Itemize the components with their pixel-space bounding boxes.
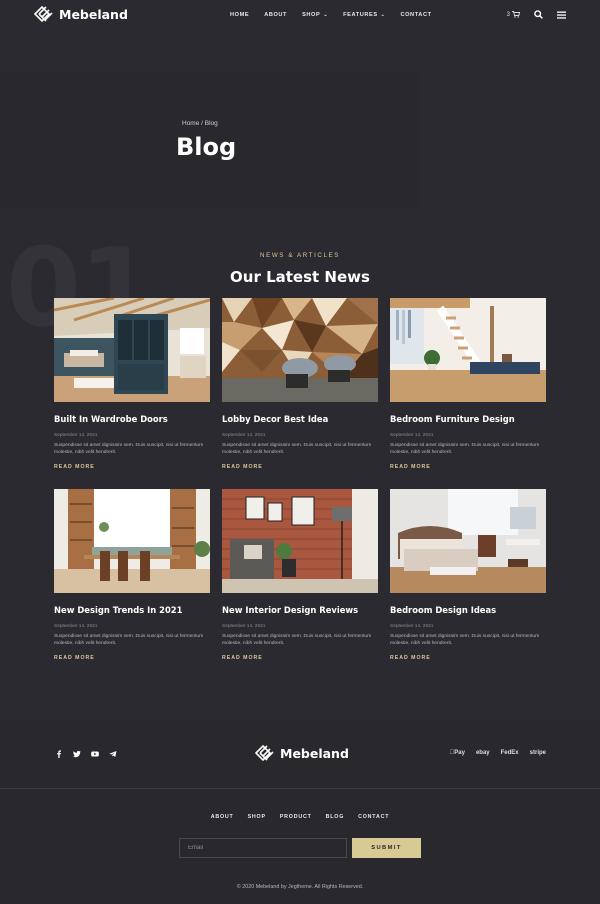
footer-nav-shop[interactable]: SHOP	[248, 814, 266, 820]
ebay-logo: ebay	[475, 750, 490, 756]
post-image-lobby[interactable]	[222, 298, 378, 402]
blog-card[interactable]: Bedroom Design Ideas September 14, 2021 …	[390, 489, 546, 661]
post-date: September 14, 2021	[390, 433, 434, 438]
main-nav: HOME ABOUT SHOP ⌄ FEATURES ⌄ CONTACT	[230, 12, 447, 18]
footer-nav-about[interactable]: ABOUT	[211, 814, 234, 820]
nav-about[interactable]: ABOUT	[264, 12, 287, 18]
cart-count: 3	[506, 11, 510, 18]
page-title: Blog	[176, 133, 237, 161]
post-image-bedroom[interactable]	[390, 298, 546, 402]
nav-contact[interactable]: CONTACT	[400, 12, 431, 18]
facebook-icon[interactable]	[55, 750, 63, 758]
cart-button[interactable]: 3	[507, 11, 520, 18]
post-image-wardrobe[interactable]	[54, 298, 210, 402]
chevron-down-icon: ⌄	[380, 12, 386, 18]
nav-shop-label: SHOP	[302, 12, 321, 18]
post-date: September 14, 2021	[54, 624, 98, 629]
menu-icon[interactable]	[557, 11, 566, 19]
post-excerpt: Suspendisse sit amet dignissim sem. Duis…	[54, 634, 204, 646]
blog-card[interactable]: Lobby Decor Best Idea September 14, 2021…	[222, 298, 378, 470]
section-kicker: NEWS & ARTICLES	[260, 252, 340, 259]
brand-name: Mebeland	[59, 6, 128, 22]
section-title: Our Latest News	[230, 268, 370, 286]
read-more-link[interactable]: READ MORE	[222, 655, 378, 661]
post-excerpt: Suspendisse sit amet dignissim sem. Duis…	[222, 443, 372, 455]
post-date: September 14, 2021	[222, 624, 266, 629]
email-field[interactable]	[179, 838, 347, 858]
post-image-interior[interactable]	[222, 489, 378, 593]
read-more-link[interactable]: READ MORE	[54, 464, 210, 470]
nav-features-label: FEATURES	[343, 12, 378, 18]
header-actions: 3	[507, 10, 566, 19]
cart-icon	[512, 11, 520, 18]
nav-features[interactable]: FEATURES ⌄	[343, 12, 385, 18]
post-excerpt: Suspendisse sit amet dignissim sem. Duis…	[222, 634, 372, 646]
read-more-link[interactable]: READ MORE	[390, 655, 546, 661]
telegram-icon[interactable]	[109, 750, 117, 758]
post-excerpt: Suspendisse sit amet dignissim sem. Duis…	[390, 634, 540, 646]
footer-nav-contact[interactable]: CONTACT	[358, 814, 389, 820]
read-more-link[interactable]: READ MORE	[390, 464, 546, 470]
footer-nav-product[interactable]: PRODUCT	[280, 814, 312, 820]
post-image-bedroom-classic[interactable]	[390, 489, 546, 593]
payment-methods: Pay ebay FedEx stripe	[450, 750, 546, 756]
fedex-logo: FedEx	[500, 750, 519, 756]
site-header: Mebeland HOME ABOUT SHOP ⌄ FEATURES ⌄ CONT…	[0, 0, 600, 32]
footer-nav: ABOUT SHOP PRODUCT BLOG CONTACT	[0, 814, 600, 820]
post-title[interactable]: Built In Wardrobe Doors	[54, 414, 210, 424]
logo-mark-icon	[34, 6, 53, 22]
chevron-down-icon: ⌄	[323, 12, 329, 18]
search-icon[interactable]	[534, 10, 543, 19]
post-image-dining[interactable]	[54, 489, 210, 593]
social-links	[55, 750, 117, 758]
nav-home-label: HOME	[230, 12, 250, 18]
post-title[interactable]: Lobby Decor Best Idea	[222, 414, 378, 424]
post-title[interactable]: Bedroom Furniture Design	[390, 414, 546, 424]
brand-logo[interactable]: Mebeland	[34, 6, 128, 22]
blog-card[interactable]: New Design Trends In 2021 September 14, …	[54, 489, 210, 661]
post-excerpt: Suspendisse sit amet dignissim sem. Duis…	[390, 443, 540, 455]
breadcrumb[interactable]: Home / Blog	[182, 120, 218, 127]
twitter-icon[interactable]	[73, 750, 81, 758]
post-title[interactable]: New Design Trends In 2021	[54, 605, 210, 615]
copyright-text: © 2020 Mebeland by Jegtheme. All Rights …	[236, 884, 364, 890]
read-more-link[interactable]: READ MORE	[54, 655, 210, 661]
post-title[interactable]: Bedroom Design Ideas	[390, 605, 546, 615]
post-date: September 14, 2021	[390, 624, 434, 629]
nav-contact-label: CONTACT	[400, 12, 432, 18]
footer-brand-logo[interactable]: Mebeland	[255, 745, 349, 761]
stripe-logo: stripe	[529, 750, 546, 756]
blog-card[interactable]: Built In Wardrobe Doors September 14, 20…	[54, 298, 210, 470]
nav-shop[interactable]: SHOP ⌄	[302, 12, 328, 18]
post-date: September 14, 2021	[222, 433, 266, 438]
youtube-icon[interactable]	[91, 750, 99, 758]
logo-mark-icon	[255, 745, 274, 761]
post-excerpt: Suspendisse sit amet dignissim sem. Duis…	[54, 443, 204, 455]
footer-nav-blog[interactable]: BLOG	[326, 814, 345, 820]
nav-about-label: ABOUT	[264, 12, 288, 18]
nav-home[interactable]: HOME	[230, 12, 249, 18]
post-date: September 14, 2021	[54, 433, 98, 438]
apple-pay-logo: Pay	[450, 750, 465, 756]
blog-card[interactable]: Bedroom Furniture Design September 14, 2…	[390, 298, 546, 470]
submit-button[interactable]: SUBMIT	[352, 838, 421, 858]
blog-card[interactable]: New Interior Design Reviews September 14…	[222, 489, 378, 661]
post-title[interactable]: New Interior Design Reviews	[222, 605, 378, 615]
footer-brand-name: Mebeland	[280, 745, 349, 761]
read-more-link[interactable]: READ MORE	[222, 464, 378, 470]
